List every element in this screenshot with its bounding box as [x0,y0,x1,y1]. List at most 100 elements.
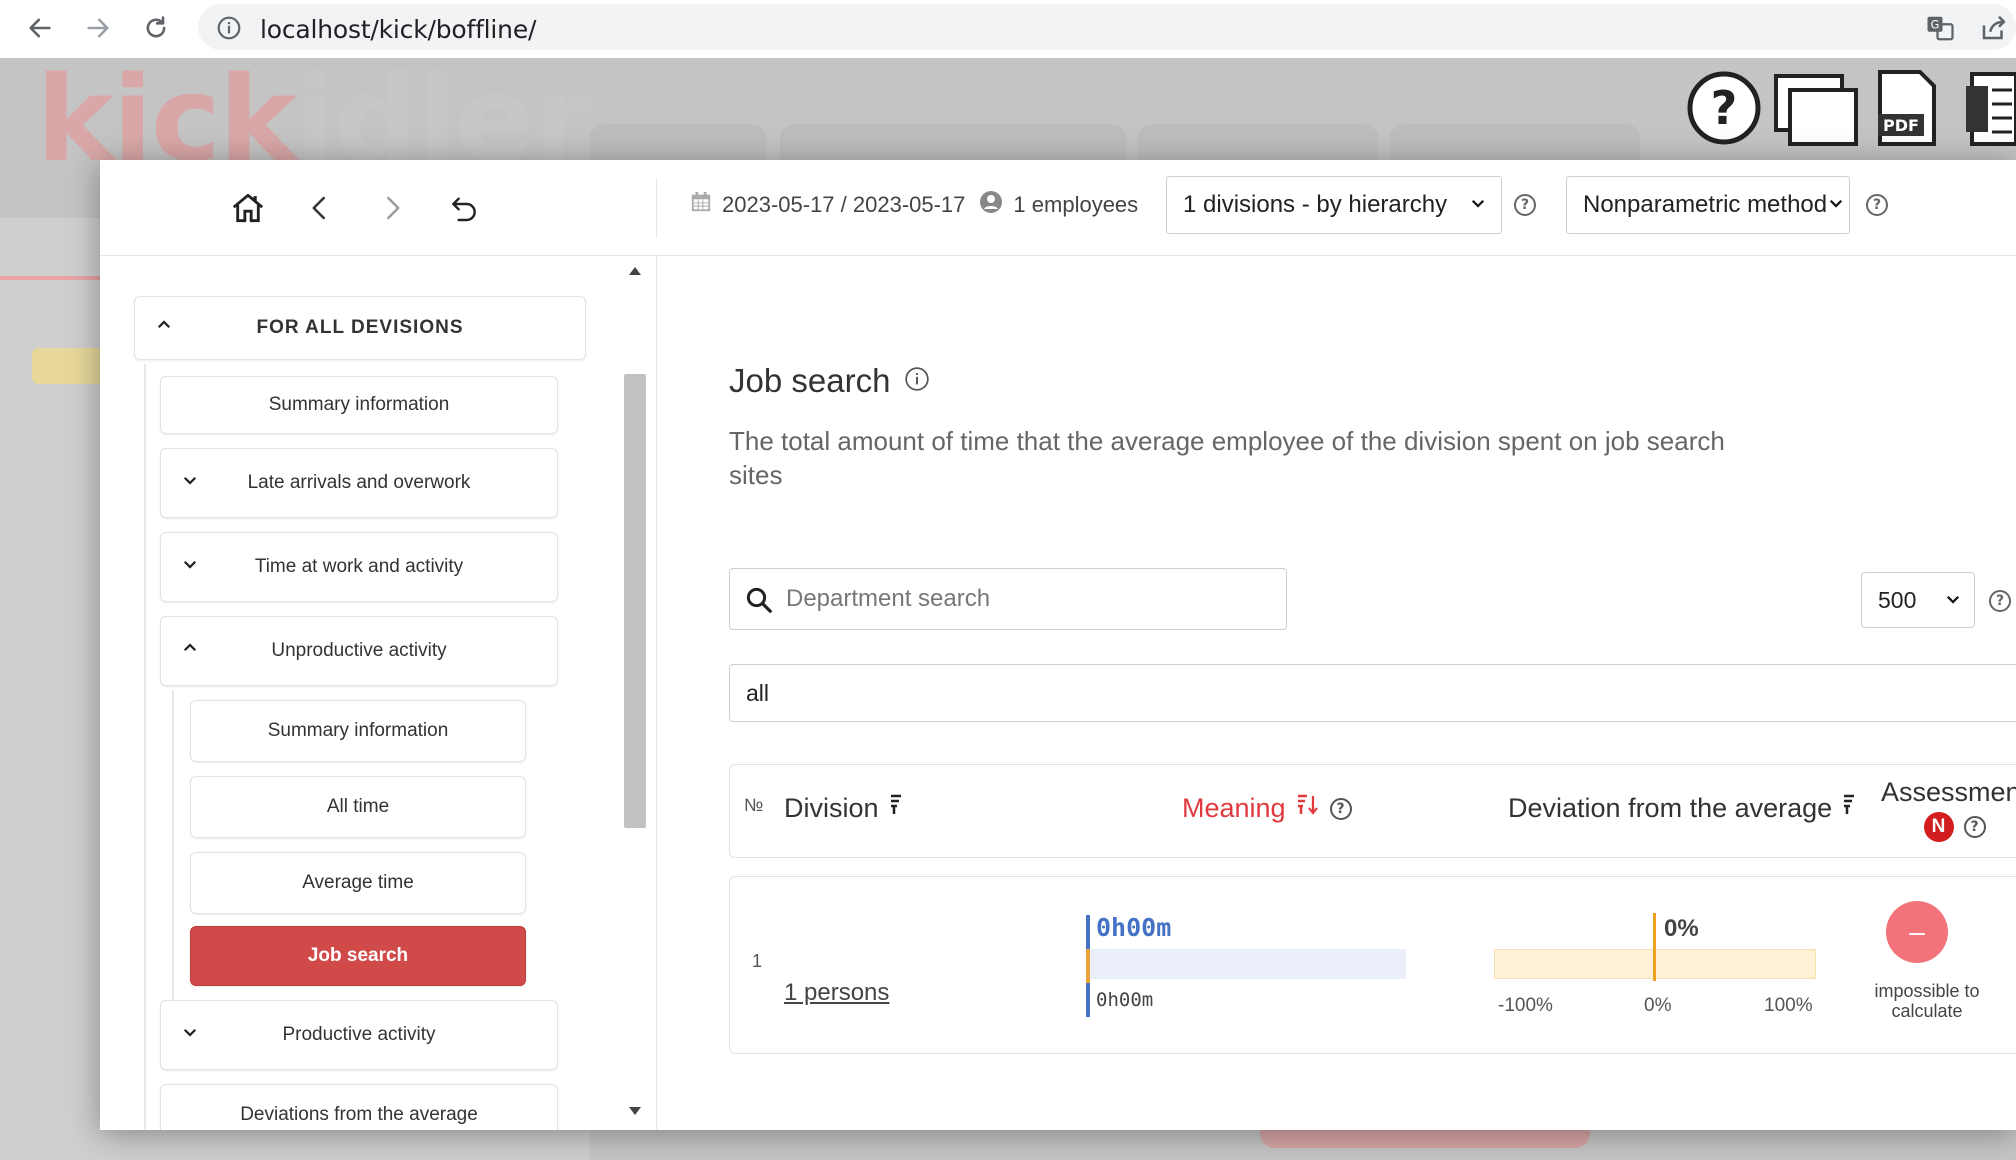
sidebar-item-label: Summary information [268,394,450,415]
sidebar-item-time-at-work[interactable]: Time at work and activity [160,532,558,602]
user-icon [979,190,1003,220]
assessment-text-line: impossible to [1874,981,1980,1001]
column-division-label: Division [784,793,879,823]
column-assessment[interactable]: Assessment N ? [1881,777,2016,842]
sort-desc-icon[interactable] [1296,793,1320,824]
column-deviation-label: Deviation from the average [1508,793,1833,823]
page-title: Job search [729,362,930,400]
sidebar-subitem-job-search[interactable]: Job search [190,926,526,986]
sidebar-item-label: Time at work and activity [254,556,464,577]
site-info-icon[interactable] [216,15,242,46]
method-help-icon[interactable]: ? [1866,194,1888,216]
column-meaning[interactable]: Meaning ? [1182,793,1352,824]
report-modal: 2023-05-17 / 2023-05-17 1 employees 1 di… [100,160,2016,1130]
scroll-down-icon[interactable] [627,1104,643,1122]
chevron-down-icon [181,555,199,579]
background-badge [32,348,102,384]
excel-icon[interactable] [1964,70,2016,155]
sidebar-subitem-all-time[interactable]: All time [190,776,526,838]
sidebar-subitem-label: Average time [302,872,414,893]
meaning-bar [1090,949,1406,979]
column-division[interactable]: Division [784,793,903,824]
assessment-indicator: – [1886,901,1948,963]
chevron-up-icon [155,316,173,340]
deviation-marker [1653,913,1656,981]
sidebar-subitem-label: Summary information [267,720,449,741]
scrollbar-thumb[interactable] [624,374,646,828]
column-number: № [744,795,764,815]
sidebar-subitem-average-time[interactable]: Average time [190,852,526,914]
divisions-help-icon[interactable]: ? [1514,194,1536,216]
date-range: 2023-05-17 / 2023-05-17 [722,192,966,217]
forward-icon[interactable] [78,8,118,48]
browser-toolbar: localhost/kick/boffline/ G [0,0,2016,58]
employee-count: 1 employees [1013,192,1139,217]
chevron-down-icon [1827,191,1845,219]
deviation-tick-min: -100% [1498,995,1553,1016]
url-text: localhost/kick/boffline/ [260,15,537,44]
translate-icon[interactable]: G [1922,10,1958,46]
chevron-down-icon [1944,587,1962,614]
table-header: № Division Meaning ? Deviation from the … [729,764,2016,858]
pdf-icon[interactable]: PDF [1876,68,1938,153]
sidebar-item-unproductive-activity[interactable]: Unproductive activity [160,616,558,686]
home-icon[interactable] [224,184,272,232]
row-number: 1 [752,951,763,971]
reload-icon[interactable] [136,8,176,48]
chevron-down-icon [1469,191,1487,219]
sidebar-subitem-label: Job search [307,945,409,966]
section-for-all-divisions[interactable]: FOR ALL DEVISIONS [134,296,586,360]
modal-header: 2023-05-17 / 2023-05-17 1 employees 1 di… [100,160,2016,256]
meaning-value: 0h00m [1096,913,1172,942]
chevron-down-icon [181,1023,199,1047]
svg-text:PDF: PDF [1883,116,1919,135]
filter-select[interactable]: all [729,664,2016,722]
next-icon[interactable] [368,184,416,232]
undo-icon[interactable] [440,184,488,232]
division-link[interactable]: 1 persons [784,979,889,1007]
method-select-value: Nonparametric method [1583,191,1828,218]
deviation-tick-zero: 0% [1644,995,1672,1016]
assessment-text: impossible to calculate [1842,981,2012,1021]
sidebar-scrollbar[interactable] [622,252,648,1115]
divisions-select[interactable]: 1 divisions - by hierarchy [1166,176,1502,234]
sidebar-subitem-summary[interactable]: Summary information [190,700,526,762]
chevron-up-icon [181,639,199,663]
rows-per-page-select[interactable]: 500 [1861,572,1975,628]
previous-icon[interactable] [296,184,344,232]
address-bar[interactable]: localhost/kick/boffline/ [198,4,2016,50]
scroll-up-icon[interactable] [627,264,643,282]
report-period: 2023-05-17 / 2023-05-17 1 employees [690,190,1138,220]
rows-per-page-value: 500 [1878,586,1917,613]
sidebar-item-productive-activity[interactable]: Productive activity [160,1000,558,1070]
page-description: The total amount of time that the averag… [729,426,1725,490]
svg-text:G: G [1931,19,1940,32]
search-input[interactable] [784,579,1264,619]
sidebar-item-deviations[interactable]: Deviations from the average [160,1084,558,1130]
sidebar-item-label: Unproductive activity [271,640,447,661]
sort-icon[interactable] [1842,793,1856,824]
info-icon[interactable] [904,362,930,400]
column-deviation[interactable]: Deviation from the average [1508,793,1856,824]
back-icon[interactable] [20,8,60,48]
rows-help-icon[interactable]: ? [1989,590,2011,612]
deviation-value: 0% [1664,915,1699,942]
report-content: Job search The total amount of time that… [657,256,2016,1130]
windows-icon[interactable] [1772,72,1862,153]
sidebar-item-label: Deviations from the average [240,1104,478,1125]
sidebar-item-late-arrivals[interactable]: Late arrivals and overwork [160,448,558,518]
sort-icon[interactable] [889,793,903,824]
sidebar-subitem-label: All time [326,796,390,817]
section-title: FOR ALL DEVISIONS [256,317,464,338]
meaning-help-icon[interactable]: ? [1329,797,1352,820]
share-icon[interactable] [1976,10,2012,46]
assessment-help-icon[interactable]: ? [1963,816,1986,838]
method-select[interactable]: Nonparametric method [1566,176,1850,234]
department-search[interactable] [729,568,1287,630]
deviation-tick-max: 100% [1764,995,1813,1016]
help-icon[interactable]: ? [1686,70,1762,151]
search-icon [744,585,774,620]
column-assessment-label: Assessment [1881,777,2016,807]
assessment-text-line: calculate [1891,1001,1963,1021]
sidebar-item-summary[interactable]: Summary information [160,376,558,434]
